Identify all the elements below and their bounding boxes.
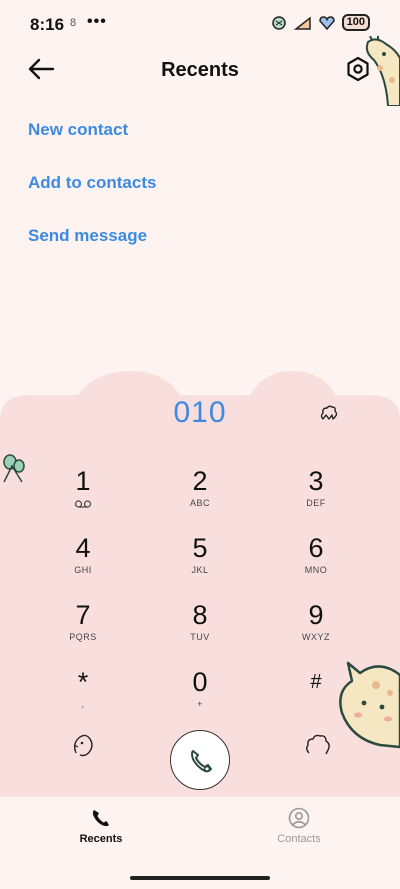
status-time: 8:16 bbox=[30, 15, 65, 34]
key-7[interactable]: 7 PQRS bbox=[28, 600, 138, 662]
key-digit: 9 bbox=[308, 600, 324, 630]
tab-contacts[interactable]: Contacts bbox=[244, 807, 354, 845]
page-title: Recents bbox=[161, 59, 239, 81]
key-0[interactable]: 0 + bbox=[145, 667, 255, 729]
add-to-contacts-link[interactable]: Add to contacts bbox=[28, 173, 156, 193]
key-9[interactable]: 9 WXYZ bbox=[261, 600, 371, 662]
key-letters: PQRS bbox=[69, 632, 97, 642]
key-letters: TUV bbox=[190, 632, 210, 642]
key-2[interactable]: 2 ABC bbox=[145, 466, 255, 528]
dialed-number: 010 bbox=[173, 396, 227, 429]
call-button[interactable] bbox=[170, 730, 230, 790]
key-letters: ABC bbox=[189, 498, 210, 508]
tab-label: Contacts bbox=[277, 833, 321, 845]
key-letters: MNO bbox=[304, 565, 328, 575]
cloud-sticker-icon[interactable] bbox=[304, 731, 332, 759]
contact-sticker-icon[interactable] bbox=[70, 731, 98, 759]
signal-icon bbox=[293, 15, 311, 30]
key-star[interactable]: * , bbox=[28, 667, 138, 729]
phone-filled-icon bbox=[92, 810, 109, 827]
key-4[interactable]: 4 GHI bbox=[28, 533, 138, 595]
key-letters: DEF bbox=[306, 498, 326, 508]
key-digit: 5 bbox=[192, 533, 208, 563]
person-icon bbox=[288, 807, 310, 829]
key-digit: 4 bbox=[75, 533, 91, 563]
status-icons: 100 bbox=[270, 14, 370, 31]
key-letters: WXYZ bbox=[302, 632, 330, 642]
status-bar: 8:16 8 ••• 100 bbox=[0, 0, 400, 44]
notification-icon: 8 bbox=[70, 17, 77, 29]
key-3[interactable]: 3 DEF bbox=[261, 466, 371, 528]
key-digit: * bbox=[77, 667, 89, 697]
key-letters: GHI bbox=[74, 565, 92, 575]
giraffe-face-sticker-icon bbox=[339, 661, 400, 749]
key-5[interactable]: 5 JKL bbox=[145, 533, 255, 595]
key-digit: 3 bbox=[308, 466, 324, 496]
key-letters: JKL bbox=[191, 565, 209, 575]
key-1[interactable]: 1 bbox=[28, 466, 138, 528]
key-digit: 6 bbox=[308, 533, 324, 563]
key-digit: 2 bbox=[192, 466, 208, 496]
key-digit: 1 bbox=[75, 466, 91, 496]
send-message-link[interactable]: Send message bbox=[28, 226, 147, 246]
key-digit: 7 bbox=[75, 600, 91, 630]
tab-label: Recents bbox=[79, 833, 123, 845]
home-indicator[interactable] bbox=[130, 876, 270, 880]
key-letters: + bbox=[197, 699, 203, 709]
key-digit: 8 bbox=[192, 600, 208, 630]
key-digit: 0 bbox=[192, 667, 208, 697]
voicemail-icon bbox=[74, 500, 92, 508]
backspace-icon[interactable] bbox=[318, 402, 340, 424]
more-notifications-icon: ••• bbox=[87, 13, 107, 30]
header: Recents bbox=[0, 44, 400, 98]
key-letters: , bbox=[81, 699, 85, 709]
giraffe-sticker-icon bbox=[365, 36, 400, 106]
phone-icon bbox=[191, 750, 212, 773]
key-6[interactable]: 6 MNO bbox=[261, 533, 371, 595]
key-8[interactable]: 8 TUV bbox=[145, 600, 255, 662]
wifi-heart-icon bbox=[318, 15, 335, 30]
theme-sticker-icon bbox=[271, 15, 286, 30]
battery-icon: 100 bbox=[341, 14, 370, 31]
leaf-sticker-icon bbox=[3, 454, 25, 483]
new-contact-link[interactable]: New contact bbox=[28, 120, 128, 140]
tab-recents[interactable]: Recents bbox=[46, 807, 156, 845]
